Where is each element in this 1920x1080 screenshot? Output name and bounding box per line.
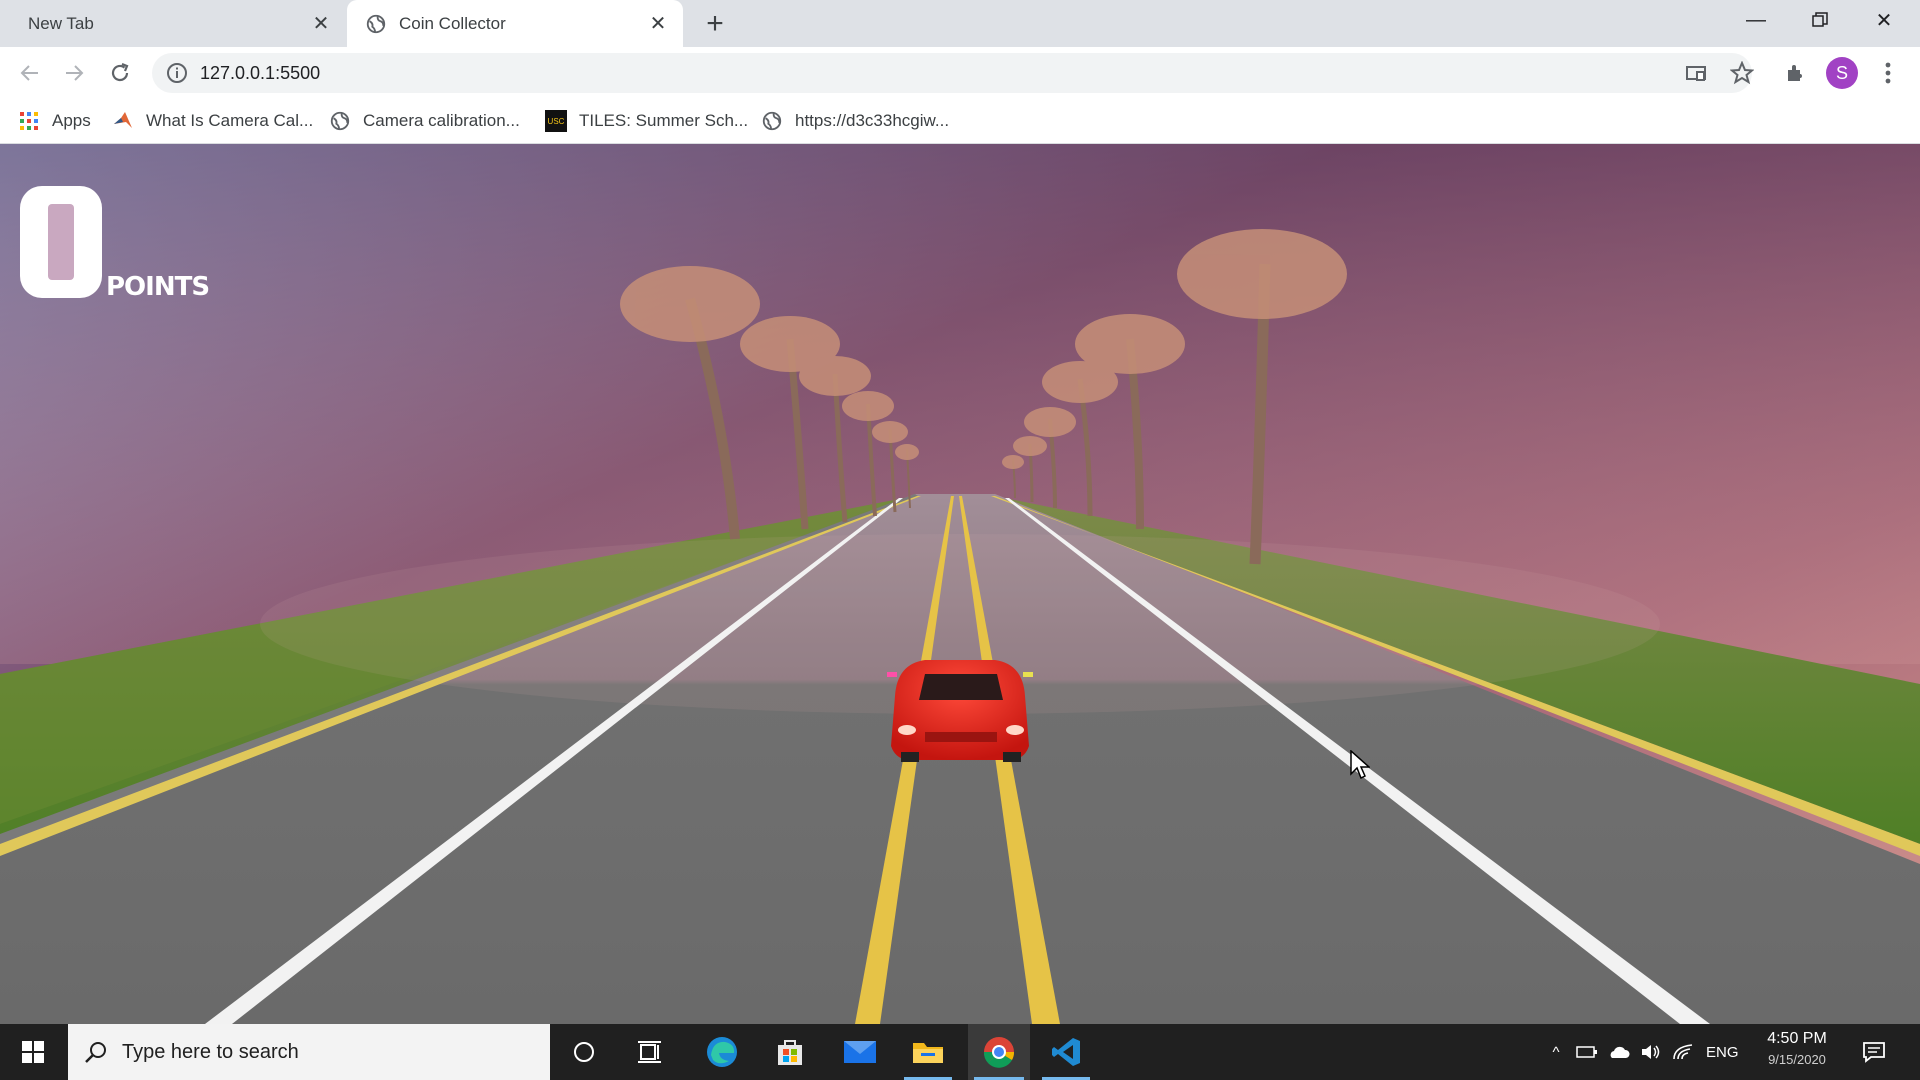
restore-icon[interactable] bbox=[1788, 0, 1852, 40]
game-canvas[interactable]: 0 POINTS bbox=[0, 144, 1920, 1024]
bookmark-star-icon[interactable] bbox=[1730, 61, 1754, 85]
close-tab-icon[interactable]: ✕ bbox=[641, 7, 675, 41]
bookmark-tiles[interactable]: USC TILES: Summer Sch... bbox=[545, 107, 748, 135]
bookmarks-bar: Apps What Is Camera Cal... Camera calibr… bbox=[0, 99, 1920, 144]
chrome-icon[interactable] bbox=[968, 1024, 1030, 1080]
browser-toolbar: 127.0.0.1:5500 S bbox=[0, 47, 1920, 99]
bookmark-label: https://d3c33hcgiw... bbox=[795, 111, 950, 130]
bookmark-apps[interactable]: Apps bbox=[18, 107, 91, 135]
tab-strip: New Tab ✕ Coin Collector ✕ + — ✕ bbox=[0, 0, 1920, 47]
edge-icon[interactable] bbox=[694, 1024, 750, 1080]
clock-date: 9/15/2020 bbox=[1768, 1052, 1826, 1067]
windows-logo-icon bbox=[22, 1041, 44, 1063]
task-view-icon[interactable] bbox=[622, 1024, 678, 1080]
windows-taskbar: Type here to search ^ ENG 4:50 PM 9/15/2… bbox=[0, 1024, 1920, 1080]
cast-icon[interactable] bbox=[1684, 63, 1708, 85]
apps-grid-icon bbox=[18, 110, 40, 132]
extensions-icon[interactable] bbox=[1778, 55, 1814, 91]
search-placeholder: Type here to search bbox=[122, 1040, 299, 1063]
minimize-icon[interactable]: — bbox=[1724, 0, 1788, 40]
bookmark-camera-calibration[interactable]: Camera calibration... bbox=[329, 107, 520, 135]
info-icon[interactable] bbox=[166, 62, 188, 84]
start-button[interactable] bbox=[0, 1024, 66, 1080]
bookmark-label: Apps bbox=[52, 111, 91, 130]
new-tab-button[interactable]: + bbox=[697, 6, 733, 42]
menu-icon[interactable] bbox=[1870, 55, 1906, 91]
game-scene bbox=[0, 144, 1920, 1024]
close-tab-icon[interactable]: ✕ bbox=[304, 7, 338, 41]
mouse-cursor-icon bbox=[1350, 750, 1370, 780]
score-digit-hole bbox=[48, 204, 74, 280]
store-icon[interactable] bbox=[762, 1024, 818, 1080]
taskbar-clock[interactable]: 4:50 PM 9/15/2020 bbox=[1762, 1030, 1832, 1067]
globe-icon bbox=[761, 110, 783, 132]
globe-icon bbox=[366, 14, 386, 33]
clock-time: 4:50 PM bbox=[1767, 1030, 1827, 1047]
mail-icon[interactable] bbox=[832, 1024, 888, 1080]
url-text: 127.0.0.1:5500 bbox=[200, 63, 321, 83]
language-indicator[interactable]: ENG bbox=[1706, 1044, 1739, 1061]
vscode-icon[interactable] bbox=[1038, 1024, 1094, 1080]
svg-text:USC: USC bbox=[548, 117, 565, 126]
reload-button[interactable] bbox=[102, 55, 138, 91]
globe-icon bbox=[329, 110, 351, 132]
bookmark-url[interactable]: https://d3c33hcgiw... bbox=[761, 107, 949, 135]
notifications-icon[interactable] bbox=[1846, 1024, 1902, 1080]
forward-button[interactable] bbox=[56, 55, 92, 91]
bookmark-label: What Is Camera Cal... bbox=[146, 111, 314, 130]
usc-icon: USC bbox=[545, 110, 567, 132]
score-label: POINTS bbox=[106, 272, 210, 302]
matlab-icon bbox=[112, 110, 134, 132]
back-button[interactable] bbox=[12, 55, 48, 91]
bookmark-label: Camera calibration... bbox=[363, 111, 520, 130]
tab-title: New Tab bbox=[28, 13, 94, 33]
chevron-up-icon[interactable]: ^ bbox=[1540, 1044, 1572, 1061]
tab-new-tab[interactable]: New Tab ✕ bbox=[0, 0, 346, 47]
bookmark-camera-cal[interactable]: What Is Camera Cal... bbox=[112, 107, 313, 135]
bookmark-label: TILES: Summer Sch... bbox=[579, 111, 749, 130]
taskbar-search-input[interactable]: Type here to search bbox=[68, 1024, 550, 1080]
score-display: 0 bbox=[20, 186, 102, 298]
volume-icon[interactable] bbox=[1640, 1043, 1662, 1061]
file-explorer-icon[interactable] bbox=[900, 1024, 956, 1080]
battery-icon[interactable] bbox=[1576, 1044, 1598, 1060]
player-car bbox=[887, 660, 1033, 762]
tab-title: Coin Collector bbox=[399, 13, 506, 33]
system-tray: ^ ENG bbox=[1540, 1024, 1760, 1080]
search-icon bbox=[85, 1042, 106, 1063]
cortana-icon[interactable] bbox=[556, 1024, 612, 1080]
close-window-icon[interactable]: ✕ bbox=[1852, 0, 1916, 40]
wifi-icon[interactable] bbox=[1672, 1043, 1694, 1061]
profile-avatar[interactable]: S bbox=[1826, 57, 1858, 89]
onedrive-icon[interactable] bbox=[1608, 1044, 1630, 1060]
tab-coin-collector[interactable]: Coin Collector ✕ bbox=[347, 0, 683, 47]
address-bar[interactable]: 127.0.0.1:5500 bbox=[152, 53, 1754, 93]
